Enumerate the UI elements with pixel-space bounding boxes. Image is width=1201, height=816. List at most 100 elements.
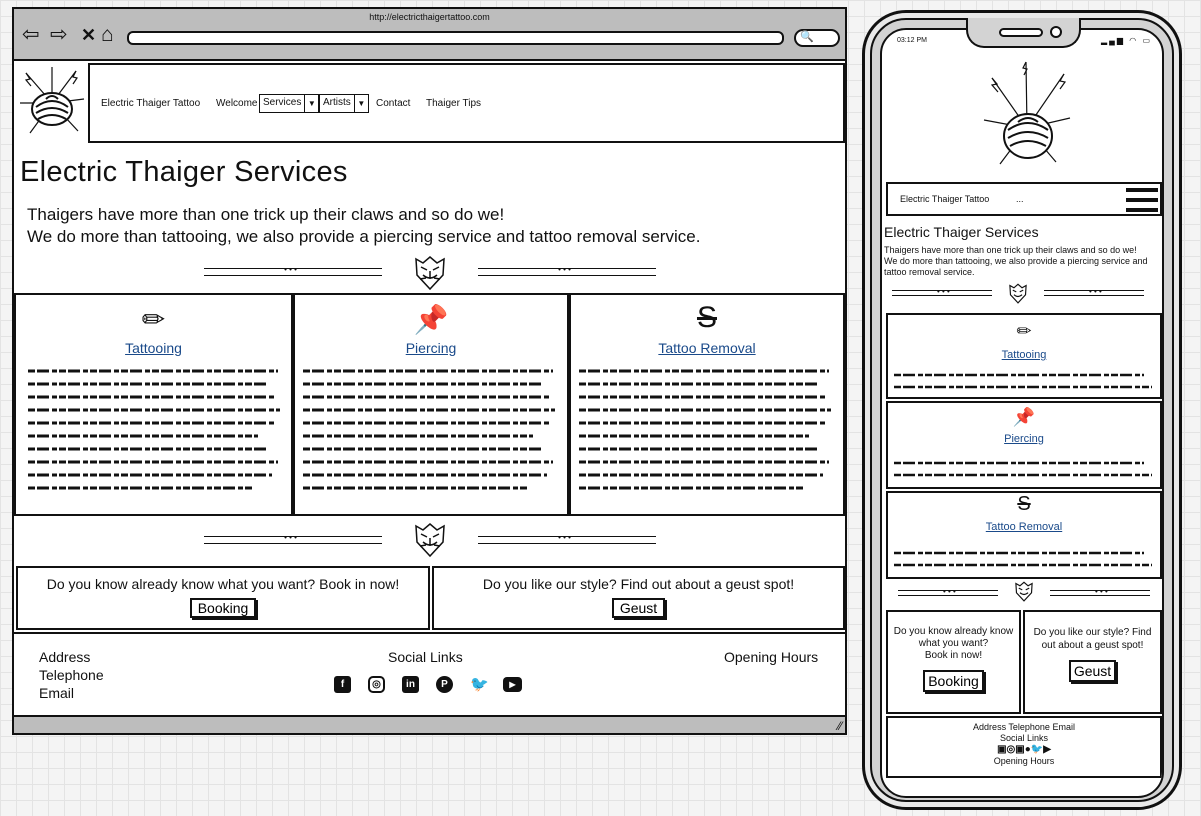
mobile-guest-prompt: Do you like our style? Find out about a … bbox=[1033, 627, 1152, 651]
facebook-icon[interactable]: ▣ bbox=[997, 744, 1006, 755]
main-navbar: Electric Thaiger Tattoo Welcome Services… bbox=[88, 63, 845, 143]
mobile-link-piercing[interactable]: Piercing bbox=[888, 433, 1160, 445]
phone-screen: Electric Thaiger Tattoo ... Electric Tha… bbox=[880, 28, 1164, 798]
booking-prompt: Do you know already know what you want? … bbox=[46, 576, 400, 592]
address-bar[interactable] bbox=[127, 31, 784, 45]
page-title: Electric Thaiger Services bbox=[20, 156, 348, 188]
mobile-card-tattoo-removal: S Tattoo Removal bbox=[886, 491, 1162, 579]
strikethrough-icon: S bbox=[1017, 493, 1031, 515]
status-bar-time: 03:12 PM bbox=[897, 37, 927, 44]
mobile-footer-social: Social Links bbox=[999, 733, 1049, 743]
close-icon[interactable]: ✕ bbox=[81, 25, 96, 45]
intro-line-2: We do more than tattooing, we also provi… bbox=[27, 227, 701, 246]
booking-button[interactable]: Booking bbox=[189, 598, 257, 618]
divider-line: • • • bbox=[1044, 287, 1144, 296]
back-arrow-icon[interactable]: ⇦ bbox=[22, 24, 40, 45]
twitter-icon[interactable]: 🐦 bbox=[470, 676, 489, 693]
youtube-icon[interactable]: ▶ bbox=[1043, 744, 1051, 755]
mobile-guest-button[interactable]: Geust bbox=[1068, 660, 1117, 682]
tiger-head-icon bbox=[415, 523, 445, 558]
tiger-head-icon bbox=[1009, 283, 1027, 304]
nav-welcome-link[interactable]: Welcome bbox=[216, 98, 258, 109]
mobile-social-icons: ▣◎▣●🐦▶ bbox=[888, 744, 1160, 756]
divider-line: • • • bbox=[898, 587, 998, 596]
divider-line: • • • bbox=[204, 265, 382, 276]
wifi-icon: ◠ bbox=[1129, 36, 1139, 45]
mobile-booking-button[interactable]: Booking bbox=[923, 670, 984, 692]
divider-line: • • • bbox=[892, 287, 992, 296]
mobile-card-piercing: 📌 Piercing bbox=[886, 401, 1162, 489]
lorem-text-block bbox=[28, 369, 280, 490]
guest-box: Do you like our style? Find out about a … bbox=[432, 566, 845, 630]
instagram-icon[interactable]: ◎ bbox=[1007, 744, 1016, 755]
service-card-tattooing: ✏ Tattooing bbox=[14, 293, 293, 516]
tiger-logo[interactable] bbox=[16, 63, 88, 143]
twitter-icon[interactable]: 🐦 bbox=[1031, 744, 1043, 755]
mobile-footer-hours: Opening Hours bbox=[993, 756, 1055, 766]
booking-box: Do you know already know what you want? … bbox=[16, 566, 430, 630]
divider-line: • • • bbox=[478, 265, 656, 276]
search-icon: 🔍 bbox=[800, 31, 814, 43]
nav-contact-link[interactable]: Contact bbox=[376, 98, 410, 109]
footer-hours: Opening Hours bbox=[724, 649, 819, 665]
mobile-navbar: Electric Thaiger Tattoo ... bbox=[886, 182, 1162, 216]
mobile-booking-prompt-line: Book in now! bbox=[924, 650, 983, 661]
home-icon[interactable]: ⌂ bbox=[101, 24, 114, 45]
mobile-page-title: Electric Thaiger Services bbox=[884, 224, 1039, 240]
signal-icon: ▂▄▆ bbox=[1101, 36, 1125, 45]
footer-email: Email bbox=[39, 685, 75, 701]
resize-handle-icon[interactable]: ⁄⁄ bbox=[838, 719, 842, 733]
nav-brand-link[interactable]: Electric Thaiger Tattoo bbox=[101, 98, 200, 109]
mobile-footer-contact: Address Telephone Email bbox=[973, 722, 1075, 732]
service-link-piercing[interactable]: Piercing bbox=[295, 340, 567, 356]
pinterest-icon[interactable]: P bbox=[436, 676, 453, 693]
divider-line: • • • bbox=[478, 533, 656, 544]
linkedin-icon[interactable]: ▣ bbox=[1015, 744, 1024, 755]
mobile-footer: Address Telephone Email Social Links ▣◎▣… bbox=[886, 716, 1162, 778]
mobile-brand-link[interactable]: Electric Thaiger Tattoo bbox=[900, 194, 989, 205]
facebook-icon[interactable]: f bbox=[334, 676, 351, 693]
tiger-logo[interactable] bbox=[982, 58, 1072, 173]
url-text: http://electricthaigertattoo.com bbox=[369, 12, 490, 22]
nav-services-label: Services bbox=[260, 95, 306, 112]
service-card-piercing: 📌 Piercing bbox=[293, 293, 569, 516]
mobile-card-tattooing: ✏ Tattooing bbox=[886, 313, 1162, 399]
mobile-nav-ellipsis: ... bbox=[1016, 194, 1024, 204]
footer-contact: Address Telephone Email bbox=[39, 648, 104, 702]
nav-artists-dropdown[interactable]: Artists ▼ bbox=[319, 94, 369, 113]
instagram-icon[interactable]: ◎ bbox=[368, 676, 385, 693]
mobile-link-tattooing[interactable]: Tattooing bbox=[888, 349, 1160, 361]
service-link-tattooing[interactable]: Tattooing bbox=[16, 340, 291, 356]
pushpin-icon: 📌 bbox=[413, 304, 449, 335]
lorem-text-block bbox=[894, 461, 1152, 477]
nav-tips-link[interactable]: Thaiger Tips bbox=[426, 98, 481, 109]
chevron-down-icon: ▼ bbox=[357, 99, 366, 108]
lorem-text-block bbox=[579, 369, 831, 490]
divider-line: • • • bbox=[204, 533, 382, 544]
browser-status-bar: ⁄⁄ bbox=[14, 715, 845, 733]
youtube-icon[interactable]: ▶ bbox=[503, 677, 522, 692]
service-card-tattoo-removal: S Tattoo Removal bbox=[569, 293, 845, 516]
browser-window: http://electricthaigertattoo.com ⇦ ⇨ ✕ ⌂… bbox=[12, 7, 847, 735]
mobile-booking-prompt: Do you know already know what you want? … bbox=[888, 626, 1019, 662]
hamburger-menu-icon[interactable] bbox=[1126, 187, 1158, 213]
tiger-head-icon bbox=[1015, 581, 1033, 602]
mobile-booking-box: Do you know already know what you want? … bbox=[886, 610, 1021, 714]
pencil-icon: ✏ bbox=[1016, 321, 1032, 341]
mobile-intro-text: Thaigers have more than one trick up the… bbox=[884, 245, 1148, 277]
forward-arrow-icon[interactable]: ⇨ bbox=[50, 24, 68, 45]
footer-social-title: Social Links bbox=[388, 649, 463, 665]
nav-artists-label: Artists bbox=[320, 95, 355, 112]
nav-services-dropdown[interactable]: Services ▼ bbox=[259, 94, 320, 113]
browser-toolbar: http://electricthaigertattoo.com ⇦ ⇨ ✕ ⌂… bbox=[14, 9, 845, 61]
search-field[interactable]: 🔍 bbox=[794, 29, 840, 47]
mobile-link-tattoo-removal[interactable]: Tattoo Removal bbox=[888, 521, 1160, 533]
linkedin-icon[interactable]: in bbox=[402, 676, 419, 693]
intro-line-1: Thaigers have more than one trick up the… bbox=[27, 205, 505, 224]
guest-button[interactable]: Geust bbox=[611, 598, 666, 618]
service-link-tattoo-removal[interactable]: Tattoo Removal bbox=[571, 340, 843, 356]
mobile-booking-prompt-line: Do you know already know what you want? bbox=[893, 626, 1014, 649]
divider-line: • • • bbox=[1050, 587, 1150, 596]
footer-address: Address bbox=[39, 649, 91, 665]
battery-icon: ▭ bbox=[1142, 36, 1152, 45]
